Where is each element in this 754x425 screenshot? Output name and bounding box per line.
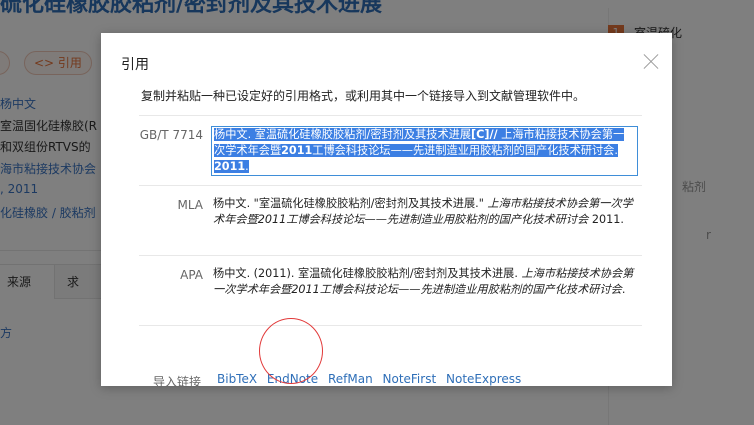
citation-segment: . [245, 160, 249, 173]
export-row: 导入链接 BibTeX EndNote RefMan NoteFirst Not… [139, 325, 642, 389]
export-endnote-link[interactable]: EndNote [267, 372, 318, 386]
citation-format-label: MLA [177, 198, 203, 212]
citation-format-label: APA [180, 268, 203, 282]
export-noteexpress-link[interactable]: NoteExpress [446, 372, 521, 386]
export-label: 导入链接 [153, 375, 202, 389]
dialog-description: 复制并粘贴一种已设定好的引用格式，或利用其中一个链接导入到文献管理软件中。 [141, 89, 586, 103]
citation-segment: [C]// [471, 128, 498, 141]
citation-dialog: 引用 复制并粘贴一种已设定好的引用格式，或利用其中一个链接导入到文献管理软件中。… [101, 33, 672, 389]
citation-row-gbt: GB/T 7714 杨中文. 室温硫化硅橡胶胶粘剂/密封剂及其技术进展[C]//… [139, 115, 642, 185]
export-links: BibTeX EndNote RefMan NoteFirst NoteExpr… [217, 372, 527, 386]
citation-row-mla: MLA 杨中文. "室温硫化硅橡胶胶粘剂/密封剂及其技术进展." 上海市粘接技术… [139, 185, 642, 255]
citation-segment: . [621, 283, 626, 296]
citation-segment: 2011. [588, 213, 624, 226]
citation-segment: 杨中文. (2011). 室温硫化硅橡胶胶粘剂/密封剂及其技术进展. [213, 267, 522, 280]
export-refman-link[interactable]: RefMan [328, 372, 373, 386]
export-bibtex-link[interactable]: BibTeX [217, 372, 257, 386]
citation-row-apa: APA 杨中文. (2011). 室温硫化硅橡胶胶粘剂/密封剂及其技术进展. 上… [139, 255, 642, 325]
citation-segment: 2011 [281, 144, 313, 157]
citation-text[interactable]: 杨中文. "室温硫化硅橡胶胶粘剂/密封剂及其技术进展." 上海市粘接技术协会第一… [213, 196, 640, 228]
citation-segment: 杨中文. 室温硫化硅橡胶胶粘剂/密封剂及其技术进展 [214, 128, 472, 141]
close-icon[interactable] [640, 51, 662, 73]
citation-segment: 杨中文. "室温硫化硅橡胶胶粘剂/密封剂及其技术进展." [213, 197, 488, 210]
citation-text-selected[interactable]: 杨中文. 室温硫化硅橡胶胶粘剂/密封剂及其技术进展[C]// 上海市粘接技术协会… [211, 126, 638, 176]
citation-segment: 工博会科技论坛——先进制造业用胶粘剂的国产化技术研讨会. [312, 144, 618, 157]
citation-segment: 2011 [214, 160, 246, 173]
dialog-title: 引用 [121, 57, 149, 73]
export-notefirst-link[interactable]: NoteFirst [383, 372, 437, 386]
citation-text[interactable]: 杨中文. (2011). 室温硫化硅橡胶胶粘剂/密封剂及其技术进展. 上海市粘接… [213, 266, 640, 298]
citation-format-label: GB/T 7714 [139, 128, 203, 142]
